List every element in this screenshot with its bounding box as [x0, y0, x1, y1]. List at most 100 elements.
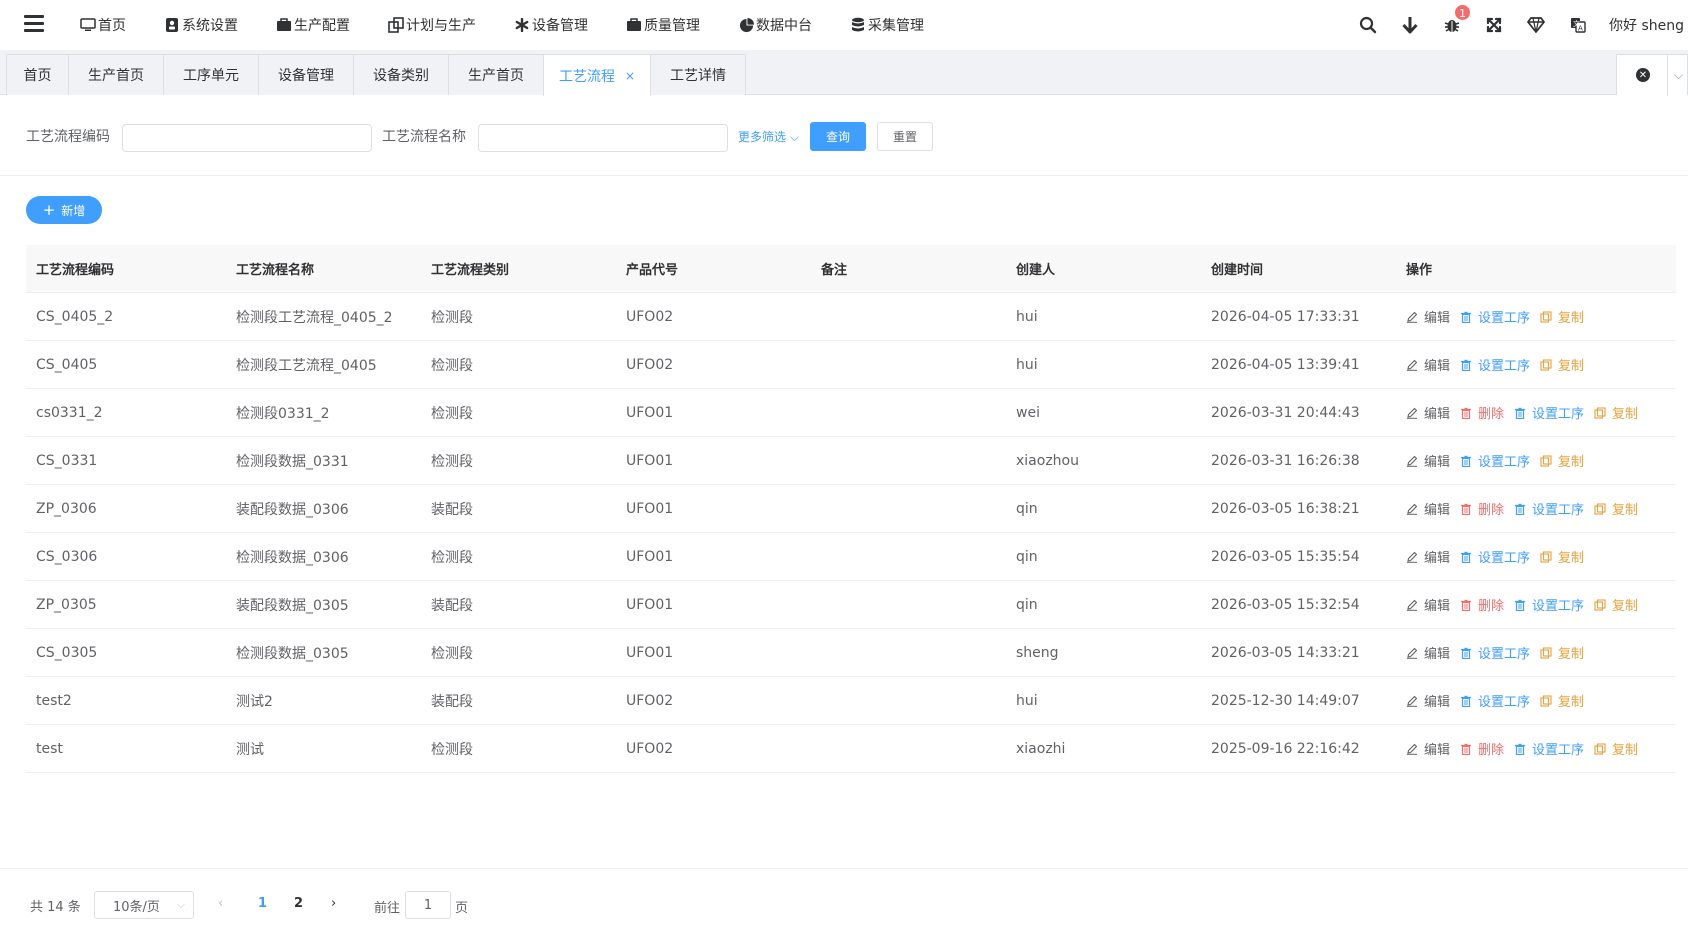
- next-page-icon[interactable]: ›: [331, 896, 336, 911]
- goto-page-input[interactable]: [405, 891, 451, 919]
- edit-button[interactable]: 编辑: [1406, 451, 1450, 470]
- trash-icon: [1514, 503, 1529, 515]
- menu-item-equipment[interactable]: 设备管理: [514, 15, 588, 35]
- page-number-1[interactable]: 1: [258, 896, 267, 911]
- set-process-button[interactable]: 设置工序: [1460, 451, 1530, 470]
- more-filters-link[interactable]: 更多筛选 ⌵: [738, 128, 799, 145]
- page-number-2[interactable]: 2: [294, 896, 303, 911]
- diamond-icon[interactable]: [1525, 14, 1547, 36]
- chevron-down-icon[interactable]: ⌵: [1674, 68, 1683, 83]
- edit-button[interactable]: 编辑: [1406, 403, 1450, 422]
- cell-type: 检测段: [431, 309, 473, 326]
- cell-code: test: [36, 740, 63, 757]
- tab-close-icon[interactable]: ×: [625, 69, 635, 83]
- menu-item-label: 生产配置: [294, 18, 350, 34]
- tab-process-detail[interactable]: 工艺详情: [650, 54, 746, 95]
- menu-item-data-center[interactable]: 数据中台: [738, 15, 812, 35]
- delete-button[interactable]: 删除: [1460, 595, 1504, 614]
- cell-creator: xiaozhi: [1016, 740, 1066, 757]
- tab-process-flow[interactable]: 工艺流程 ×: [543, 54, 651, 96]
- edit-icon: [1406, 503, 1421, 515]
- set-process-button[interactable]: 设置工序: [1460, 547, 1530, 566]
- edit-button[interactable]: 编辑: [1406, 739, 1450, 758]
- plus-icon: +: [42, 200, 56, 219]
- delete-button[interactable]: 删除: [1460, 403, 1504, 422]
- edit-button[interactable]: 编辑: [1406, 643, 1450, 662]
- edit-button[interactable]: 编辑: [1406, 691, 1450, 710]
- download-arrow-icon[interactable]: [1399, 14, 1421, 36]
- copy-icon: [1594, 598, 1609, 611]
- set-process-button[interactable]: 设置工序: [1514, 595, 1584, 614]
- reset-button[interactable]: 重置: [877, 122, 933, 151]
- user-greeting[interactable]: 你好 sheng: [1609, 15, 1684, 35]
- tab-production-home[interactable]: 生产首页: [68, 54, 164, 95]
- table-row: CS_0405 检测段工艺流程_0405 检测段 UFO02 hui 2026-04-05…: [26, 341, 1676, 389]
- language-icon[interactable]: 文A: [1567, 14, 1589, 36]
- edit-button[interactable]: 编辑: [1406, 355, 1450, 374]
- set-process-button[interactable]: 设置工序: [1460, 691, 1530, 710]
- menu-item-production-config[interactable]: 生产配置: [276, 15, 350, 35]
- copy-button[interactable]: 复制: [1540, 307, 1584, 326]
- copy-button[interactable]: 复制: [1540, 547, 1584, 566]
- edit-icon: [1406, 695, 1421, 707]
- copy-button[interactable]: 复制: [1594, 595, 1638, 614]
- copy-icon: [1540, 550, 1555, 563]
- search-icon[interactable]: [1357, 14, 1379, 36]
- copy-button[interactable]: 复制: [1540, 451, 1584, 470]
- table-row: CS_0405_2 检测段工艺流程_0405_2 检测段 UFO02 hui 2026-0…: [26, 293, 1676, 341]
- menu-item-system-settings[interactable]: 系统设置: [164, 15, 238, 35]
- hamburger-menu-icon[interactable]: [24, 15, 44, 33]
- tab-equipment-category[interactable]: 设备类别: [353, 54, 449, 95]
- tab-home[interactable]: 首页: [6, 54, 69, 95]
- copy-button[interactable]: 复制: [1594, 499, 1638, 518]
- copy-button[interactable]: 复制: [1540, 355, 1584, 374]
- edit-button[interactable]: 编辑: [1406, 595, 1450, 614]
- table-row: test2 测试2 装配段 UFO02 hui 2025-12-30 14:49:07 编辑…: [26, 677, 1676, 725]
- edit-button[interactable]: 编辑: [1406, 547, 1450, 566]
- query-button[interactable]: 查询: [810, 122, 866, 151]
- page-size-select[interactable]: 10条/页 ⌵: [94, 891, 194, 919]
- edit-button[interactable]: 编辑: [1406, 307, 1450, 326]
- tab-process-unit[interactable]: 工序单元: [163, 54, 259, 95]
- edit-button-label: 编辑: [1424, 599, 1451, 614]
- set-process-button[interactable]: 设置工序: [1460, 355, 1530, 374]
- menu-item-home[interactable]: 首页: [80, 15, 126, 35]
- tab-label: 生产首页: [468, 68, 524, 84]
- tab-production-home-2[interactable]: 生产首页: [448, 54, 544, 95]
- menu-item-quality[interactable]: 质量管理: [626, 15, 700, 35]
- set-process-button[interactable]: 设置工序: [1460, 643, 1530, 662]
- delete-button[interactable]: 删除: [1460, 739, 1504, 758]
- edit-button-label: 编辑: [1424, 407, 1451, 422]
- set-process-button[interactable]: 设置工序: [1514, 499, 1584, 518]
- copy-icon: [1540, 358, 1555, 371]
- set-process-button[interactable]: 设置工序: [1514, 403, 1584, 422]
- fullscreen-icon[interactable]: [1483, 14, 1505, 36]
- edit-button-label: 编辑: [1424, 695, 1451, 710]
- copy-button-label: 复制: [1612, 407, 1639, 422]
- copy-icon: [1594, 406, 1609, 419]
- set-process-button[interactable]: 设置工序: [1514, 739, 1584, 758]
- cell-time: 2026-03-05 16:38:21: [1211, 500, 1360, 517]
- edit-button[interactable]: 编辑: [1406, 499, 1450, 518]
- menu-item-collection[interactable]: 采集管理: [850, 15, 924, 35]
- code-filter-input[interactable]: [122, 124, 372, 152]
- main-menu: 首页 系统设置 生产配置 计划与生产 设备管理 质量管理 数据中台 采集管理: [80, 0, 962, 50]
- copy-button[interactable]: 复制: [1594, 739, 1638, 758]
- cell-product: UFO02: [626, 356, 674, 373]
- set-process-button-label: 设置工序: [1478, 311, 1531, 326]
- add-button[interactable]: + 新增: [26, 196, 102, 224]
- copy-button[interactable]: 复制: [1540, 643, 1584, 662]
- copy-button[interactable]: 复制: [1540, 691, 1584, 710]
- prev-page-icon[interactable]: ‹: [218, 896, 223, 911]
- name-filter-input[interactable]: [478, 124, 728, 152]
- bug-notification-icon[interactable]: 1: [1441, 4, 1471, 36]
- cell-name: 检测段0331_2: [236, 405, 330, 422]
- delete-button[interactable]: 删除: [1460, 499, 1504, 518]
- menu-item-plan-production[interactable]: 计划与生产: [388, 15, 476, 35]
- trash-icon: [1514, 407, 1529, 419]
- tab-equipment[interactable]: 设备管理: [258, 54, 354, 95]
- copy-button[interactable]: 复制: [1594, 403, 1638, 422]
- trash-icon: [1460, 743, 1475, 755]
- close-all-tabs-icon[interactable]: ✕: [1636, 68, 1650, 82]
- set-process-button[interactable]: 设置工序: [1460, 307, 1530, 326]
